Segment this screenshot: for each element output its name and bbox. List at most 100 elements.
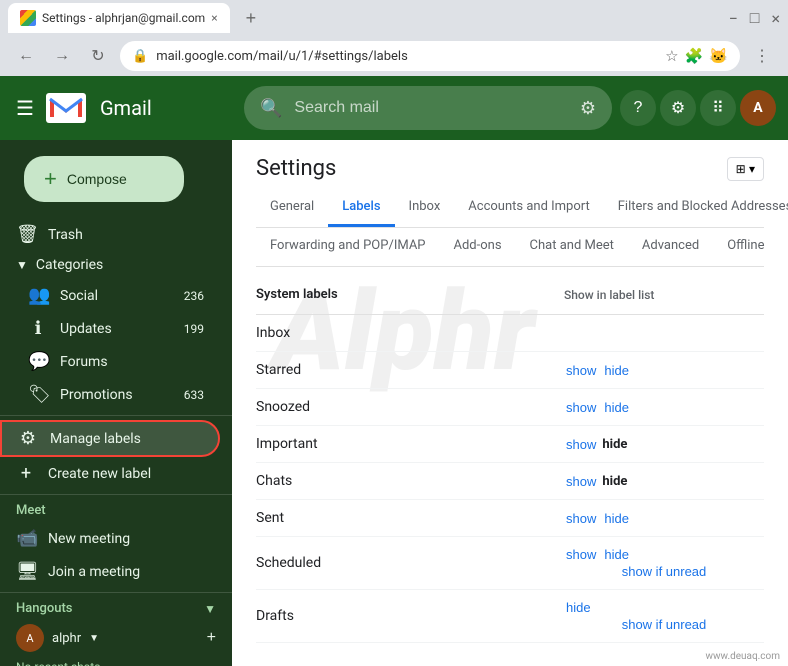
tab-general[interactable]: General [256, 189, 328, 227]
tab-labels[interactable]: Labels [328, 189, 394, 227]
tab-close-btn[interactable]: × [211, 11, 217, 25]
hangouts-username: alphr [52, 631, 81, 646]
label-actions: show hide [564, 437, 764, 452]
system-labels-table: System labels Show in label list Inbox S… [256, 287, 764, 643]
title-bar: Settings - alphrjan@gmail.com × + − □ × [0, 0, 788, 36]
chats-show-btn[interactable]: show [564, 474, 598, 489]
search-input[interactable] [294, 99, 567, 117]
sidebar-item-social[interactable]: 👥 Social 236 [0, 279, 220, 312]
screen-icon: 🖥 [16, 561, 36, 582]
scheduled-show-btn[interactable]: show [564, 547, 598, 562]
drafts-show-if-unread-btn[interactable]: show if unread [564, 617, 764, 632]
tab-offline[interactable]: Offline [713, 228, 778, 266]
sidebar-item-label: Forums [60, 354, 204, 370]
sidebar-item-label: Create new label [48, 466, 204, 482]
settings-title: Settings [256, 156, 336, 181]
browser-tab[interactable]: Settings - alphrjan@gmail.com × [8, 3, 230, 33]
density-button[interactable]: ⊞ ▾ [727, 157, 764, 181]
sidebar-item-trash[interactable]: 🗑 Trash [0, 218, 220, 251]
sidebar-item-label: Join a meeting [48, 564, 204, 580]
main-content: 🔍 ⚙ ? ⚙ ⠿ A Settings ⊞ ▾ [232, 76, 788, 666]
updates-badge: 199 [184, 322, 204, 336]
tab-forwarding[interactable]: Forwarding and POP/IMAP [256, 228, 440, 266]
hangouts-add-button[interactable]: + [207, 629, 216, 647]
system-labels-header: System labels Show in label list [256, 287, 764, 302]
label-actions: hide show if unread [564, 600, 764, 632]
snoozed-hide-btn[interactable]: hide [602, 400, 631, 415]
important-show-btn[interactable]: show [564, 437, 598, 452]
sidebar-item-manage-labels[interactable]: ⚙ Manage labels [0, 420, 220, 457]
sidebar-item-forums[interactable]: 💬 Forums [0, 345, 220, 378]
hangouts-user-row: A alphr ▼ + [0, 620, 232, 656]
scheduled-hide-btn[interactable]: hide [602, 547, 631, 562]
label-name: Snoozed [256, 399, 564, 415]
label-name: Inbox [256, 325, 564, 341]
url-bar[interactable]: 🔒 mail.google.com/mail/u/1/#settings/lab… [120, 41, 740, 71]
minimize-icon: − [729, 9, 738, 28]
back-button[interactable]: ← [12, 42, 40, 70]
tab-filters[interactable]: Filters and Blocked Addresses [604, 189, 788, 227]
ssl-lock-icon: 🔒 [132, 49, 148, 64]
settings-button[interactable]: ⚙ [660, 90, 696, 126]
browser-window: Settings - alphrjan@gmail.com × + − □ × … [0, 0, 788, 76]
nav-divider-2 [0, 494, 232, 495]
density-controls: ⊞ ▾ [727, 157, 764, 181]
snoozed-show-btn[interactable]: show [564, 400, 598, 415]
label-actions: show hide [564, 363, 764, 378]
help-button[interactable]: ? [620, 90, 656, 126]
system-labels-title: System labels [256, 287, 564, 302]
hangouts-section: Hangouts ▼ [0, 597, 232, 620]
menu-button[interactable]: ☰ [8, 88, 42, 129]
label-row-important: Important show hide [256, 426, 764, 463]
tab-accounts[interactable]: Accounts and Import [454, 189, 603, 227]
categories-label: Categories [36, 257, 103, 273]
reload-button[interactable]: ↻ [84, 42, 112, 70]
gmail-header: ☰ Gmail [0, 76, 232, 140]
create-label-icon: + [16, 463, 36, 484]
tab-addons[interactable]: Add-ons [440, 228, 516, 266]
label-name: Sent [256, 510, 564, 526]
starred-hide-btn[interactable]: hide [602, 363, 631, 378]
new-tab-button[interactable]: + [238, 4, 265, 33]
social-icon: 👥 [28, 285, 48, 306]
label-row-chats: Chats show hide [256, 463, 764, 500]
drafts-hide-btn[interactable]: hide [564, 600, 593, 615]
sidebar-item-label: Updates [60, 321, 172, 337]
sidebar-item-create-label[interactable]: + Create new label [0, 457, 220, 490]
gmail-text: Gmail [100, 96, 152, 120]
forward-button[interactable]: → [48, 42, 76, 70]
sidebar-categories-header[interactable]: ▼ Categories [0, 251, 232, 279]
sent-hide-btn[interactable]: hide [602, 511, 631, 526]
tab-favicon [20, 10, 36, 26]
compose-button[interactable]: + Compose [24, 156, 184, 202]
bookmark-icon[interactable]: ☆ [665, 47, 678, 65]
apps-grid-button[interactable]: ⠿ [700, 90, 736, 126]
sidebar-item-updates[interactable]: ℹ Updates 199 [0, 312, 220, 345]
tab-advanced[interactable]: Advanced [628, 228, 713, 266]
cat-icon[interactable]: 🐱 [709, 47, 728, 65]
tab-inbox[interactable]: Inbox [395, 189, 455, 227]
starred-show-btn[interactable]: show [564, 363, 598, 378]
search-tune-icon[interactable]: ⚙ [580, 98, 596, 119]
sidebar-item-label: New meeting [48, 531, 204, 547]
scheduled-show-if-unread-btn[interactable]: show if unread [564, 564, 764, 579]
sidebar-item-join-meeting[interactable]: 🖥 Join a meeting [0, 555, 220, 588]
extension-icon[interactable]: 🧩 [685, 47, 704, 65]
sidebar-item-new-meeting[interactable]: 📹 New meeting [0, 522, 220, 555]
user-avatar[interactable]: A [740, 90, 776, 126]
more-options-button[interactable]: ⋮ [748, 42, 776, 70]
label-actions: show hide [564, 511, 764, 526]
tab-themes[interactable]: Themes [779, 228, 788, 266]
sidebar-item-promotions[interactable]: 🏷 Promotions 633 [0, 378, 220, 411]
sent-show-btn[interactable]: show [564, 511, 598, 526]
label-name: Drafts [256, 608, 564, 624]
meet-section-label: Meet [0, 499, 232, 522]
sidebar-item-label: Promotions [60, 387, 172, 403]
label-name: Starred [256, 362, 564, 378]
settings-content: Settings ⊞ ▾ General Labels Inbox Accoun… [232, 140, 788, 666]
tab-chat[interactable]: Chat and Meet [516, 228, 628, 266]
label-name: Chats [256, 473, 564, 489]
nav-divider [0, 415, 232, 416]
categories-arrow-icon: ▼ [16, 258, 28, 272]
search-bar: 🔍 ⚙ [244, 86, 612, 130]
